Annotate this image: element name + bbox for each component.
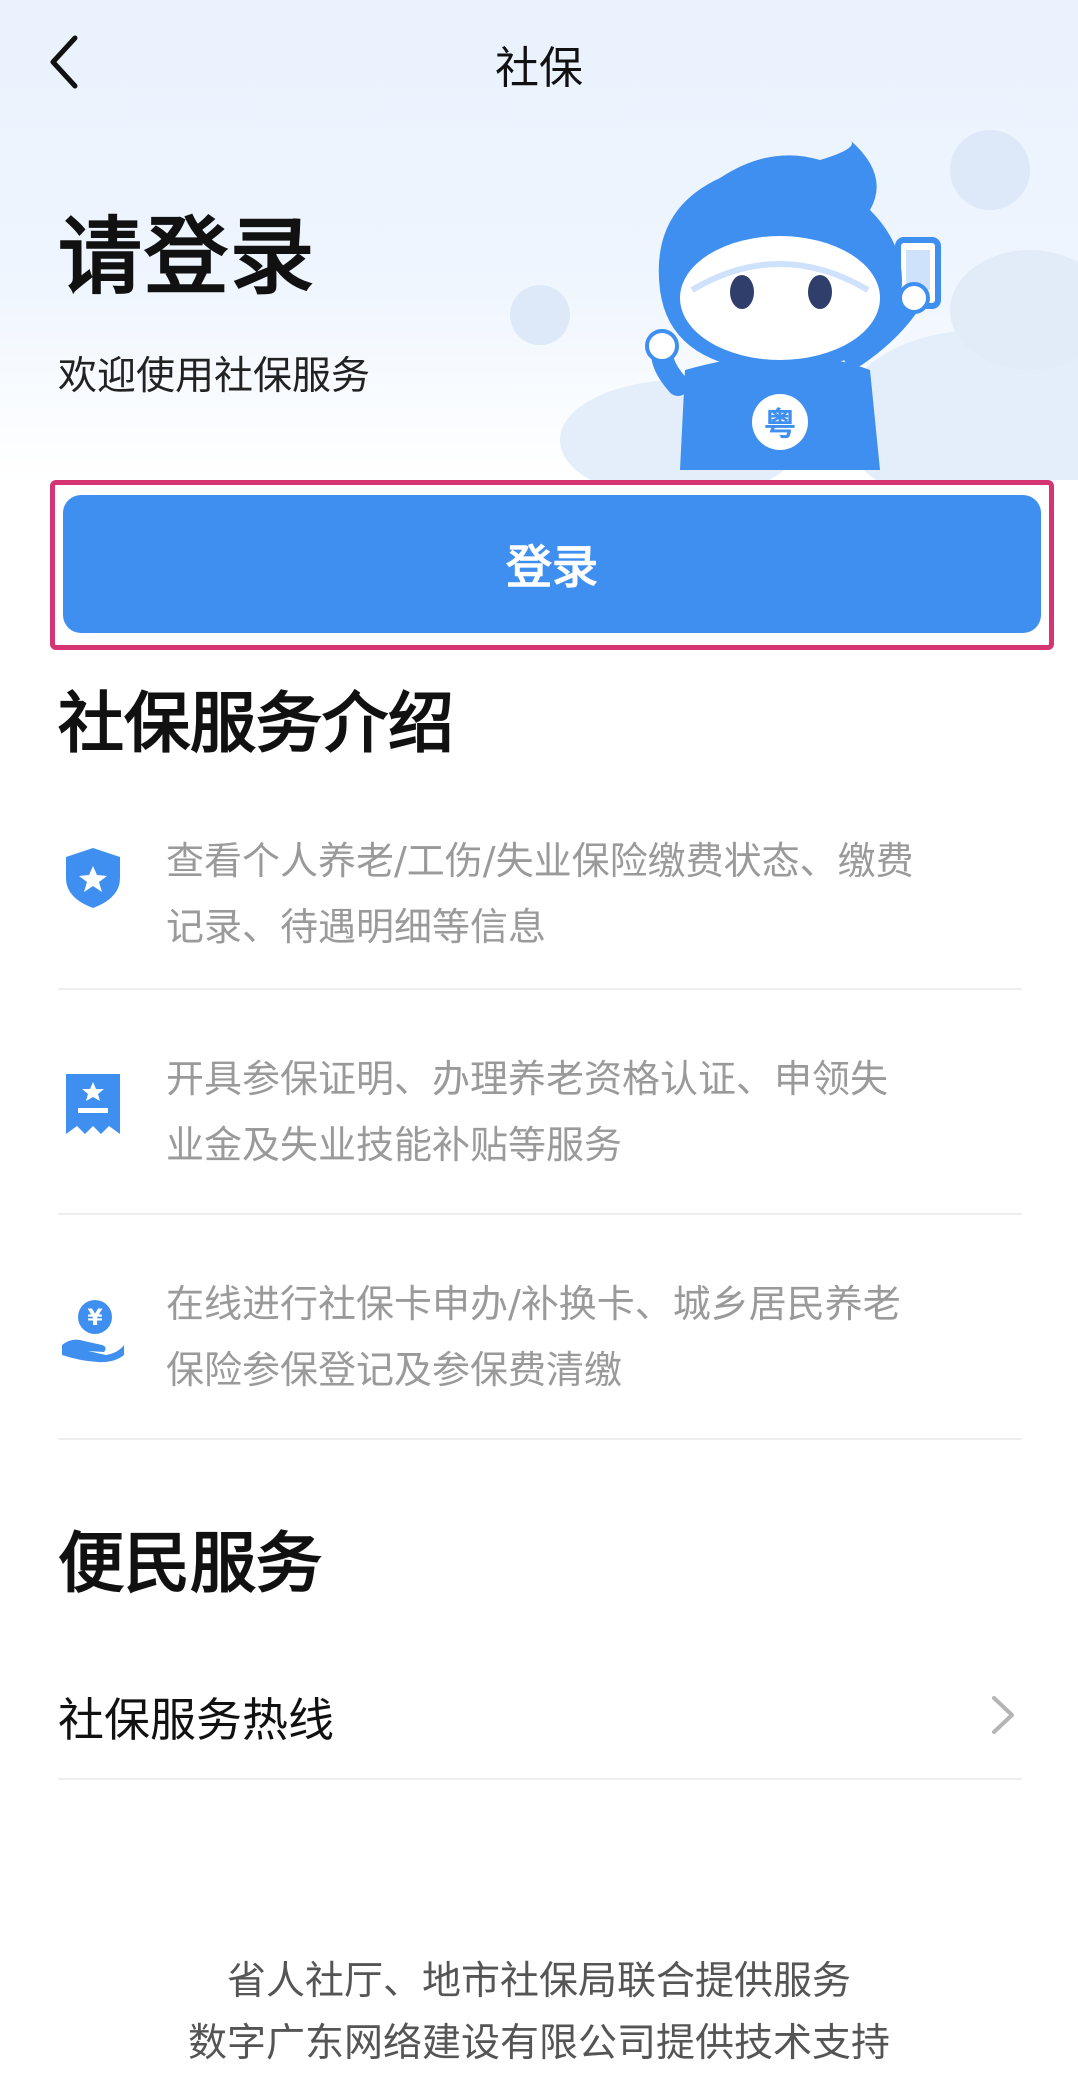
intro-item-text: 在线进行社保卡申办/补换卡、城乡居民养老 保险参保登记及参保费清缴	[166, 1282, 901, 1392]
footer-line-2: 数字广东网络建设有限公司提供技术支持	[187, 2021, 890, 2066]
hotline-label: 社保服务热线	[58, 1693, 334, 1747]
intro-item: 开具参保证明、办理养老资格认证、申领失 业金及失业技能补贴等服务	[58, 990, 1022, 1215]
mascot-badge-text: 粤	[764, 405, 796, 443]
mascot-illustration: 粤	[645, 140, 941, 470]
shield-star-icon	[66, 848, 120, 908]
login-highlight: 登录	[50, 480, 1054, 650]
certificate-icon	[66, 1074, 120, 1134]
login-button[interactable]: 登录	[63, 495, 1041, 633]
nav-bar: 社保	[0, 0, 1078, 130]
intro-section-title: 社保服务介绍	[58, 685, 454, 762]
footer-line-1: 省人社厅、地市社保局联合提供服务	[226, 1959, 851, 2004]
intro-item-text: 开具参保证明、办理养老资格认证、申领失 业金及失业技能补贴等服务	[166, 1057, 889, 1167]
hero-title: 请登录	[58, 208, 317, 306]
page-title: 社保	[495, 43, 583, 94]
hand-coin-icon: ¥	[62, 1300, 124, 1363]
coin-symbol: ¥	[87, 1306, 103, 1331]
decor-cloud	[510, 285, 570, 345]
intro-item: 查看个人养老/工伤/失业保险缴费状态、缴费 记录、待遇明细等信息	[58, 800, 1022, 990]
hero-subtitle: 欢迎使用社保服务	[58, 354, 371, 399]
convenience-section-title: 便民服务	[58, 1525, 322, 1602]
intro-item: ¥ 在线进行社保卡申办/补换卡、城乡居民养老 保险参保登记及参保费清缴	[58, 1215, 1022, 1440]
mascot-badge: 粤	[752, 394, 808, 450]
chevron-right-icon	[992, 1696, 1014, 1734]
hotline-item[interactable]: 社保服务热线	[58, 1650, 1022, 1780]
intro-item-text: 查看个人养老/工伤/失业保险缴费状态、缴费 记录、待遇明细等信息	[166, 839, 914, 949]
